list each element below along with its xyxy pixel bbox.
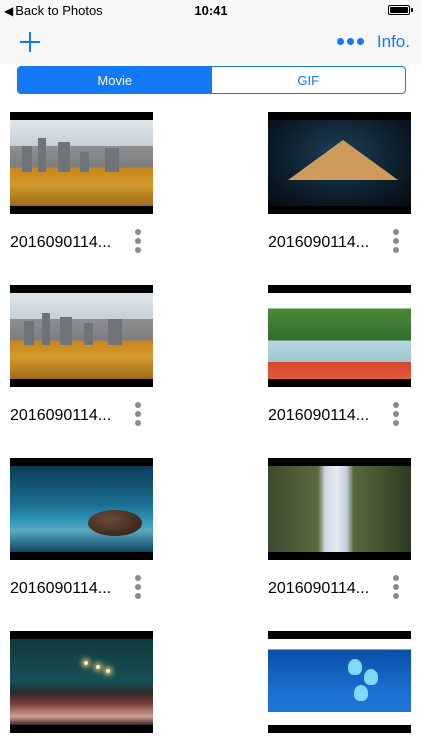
item-options-button[interactable] [134,402,142,432]
tab-gif[interactable]: GIF [212,67,406,93]
add-button[interactable] [18,30,42,54]
thumbnail[interactable] [10,458,153,560]
mountain-thumbnail-image [268,120,411,206]
night-road-thumbnail-image [10,639,153,725]
ellipsis-dot [347,38,354,45]
media-item-title: 2016090114... [10,407,112,424]
item-options-button[interactable] [392,575,400,605]
thumbnail[interactable] [268,285,411,387]
waterfall-thumbnail-image [268,466,411,552]
status-bar: ◀ Back to Photos 10:41 [0,0,422,20]
ellipsis-dot [337,38,344,45]
city-thumbnail-image [10,293,153,379]
rock-thumbnail-image [10,466,153,552]
info-button[interactable]: Info. [377,32,410,52]
media-item-title: 2016090114... [10,580,112,597]
media-item-title: 2016090114... [10,234,112,251]
thumbnail[interactable] [10,631,153,733]
thumbnail[interactable] [10,285,153,387]
more-options-button[interactable] [337,38,364,45]
status-time: 10:41 [194,3,228,18]
item-options-button[interactable] [134,229,142,259]
thumbnail[interactable] [268,112,411,214]
ellipsis-dot [357,38,364,45]
thumbnail[interactable] [10,112,153,214]
media-type-segmented-control: Movie GIF [17,66,406,94]
media-item-title: 2016090114... [268,580,370,597]
thumbnail[interactable] [268,631,411,733]
navigation-bar: Info. [0,20,422,64]
thumbnail[interactable] [268,458,411,560]
item-options-button[interactable] [392,229,400,259]
tab-movie[interactable]: Movie [18,67,212,93]
item-options-button[interactable] [392,402,400,432]
city-thumbnail-image [10,120,153,206]
battery-icon [388,5,413,15]
media-item-title: 2016090114... [268,234,370,251]
butterfly-thumbnail-image [268,639,411,725]
item-options-button[interactable] [134,575,142,605]
lake-pagoda-thumbnail-image [268,293,411,379]
media-item-title: 2016090114... [268,407,370,424]
